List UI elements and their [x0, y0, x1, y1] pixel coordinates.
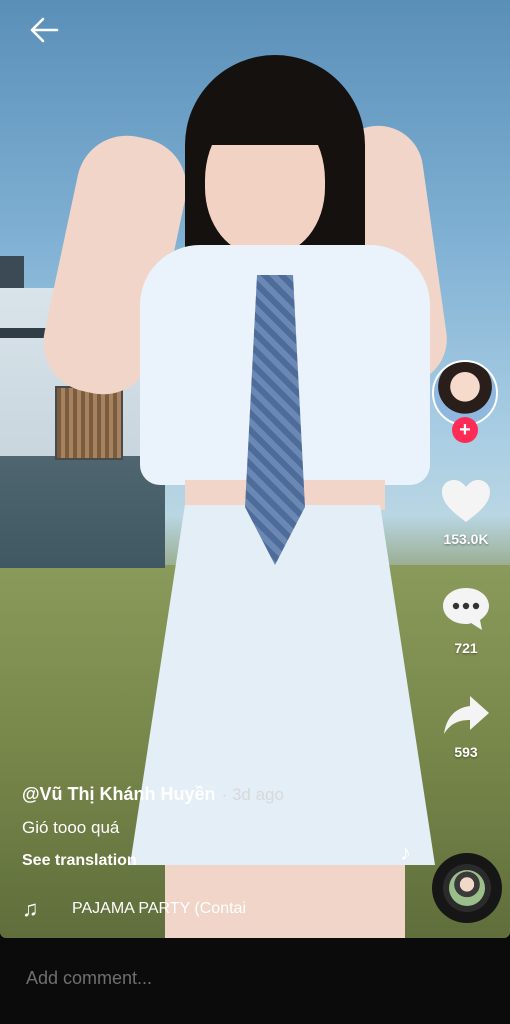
like-button[interactable]: 153.0K	[430, 478, 502, 547]
music-info[interactable]: ♫ PAJAMA PARTY (Contai	[22, 896, 282, 922]
comment-bubble-icon	[443, 588, 489, 630]
music-cover-thumbnail	[449, 870, 485, 906]
see-translation-link[interactable]: See translation	[22, 852, 422, 870]
arrow-left-icon	[30, 17, 59, 43]
creator-avatar-button[interactable]: +	[432, 360, 498, 443]
post-info: @Vũ Thị Khánh Huyền · 3d ago Gió tooo qu…	[22, 784, 422, 870]
like-count: 153.0K	[443, 531, 489, 547]
share-button[interactable]: 593	[430, 693, 502, 760]
author-name[interactable]: @Vũ Thị Khánh Huyền	[22, 784, 216, 805]
comment-bar: Add comment...	[0, 938, 510, 1024]
comment-button[interactable]: 721	[430, 585, 502, 656]
music-note-icon: ♫	[22, 896, 39, 921]
post-caption: Gió tooo quá	[22, 818, 120, 837]
share-count: 593	[454, 744, 478, 760]
share-arrow-icon	[444, 696, 489, 734]
back-button[interactable]	[26, 14, 62, 46]
post-time: · 3d ago	[221, 785, 284, 804]
song-title: PAJAMA PARTY (Contai	[72, 900, 246, 917]
music-disc-button[interactable]	[432, 853, 502, 923]
comment-count: 721	[454, 640, 478, 656]
follow-button[interactable]: +	[452, 417, 478, 443]
heart-icon	[442, 480, 490, 522]
comment-input[interactable]: Add comment...	[26, 968, 152, 989]
